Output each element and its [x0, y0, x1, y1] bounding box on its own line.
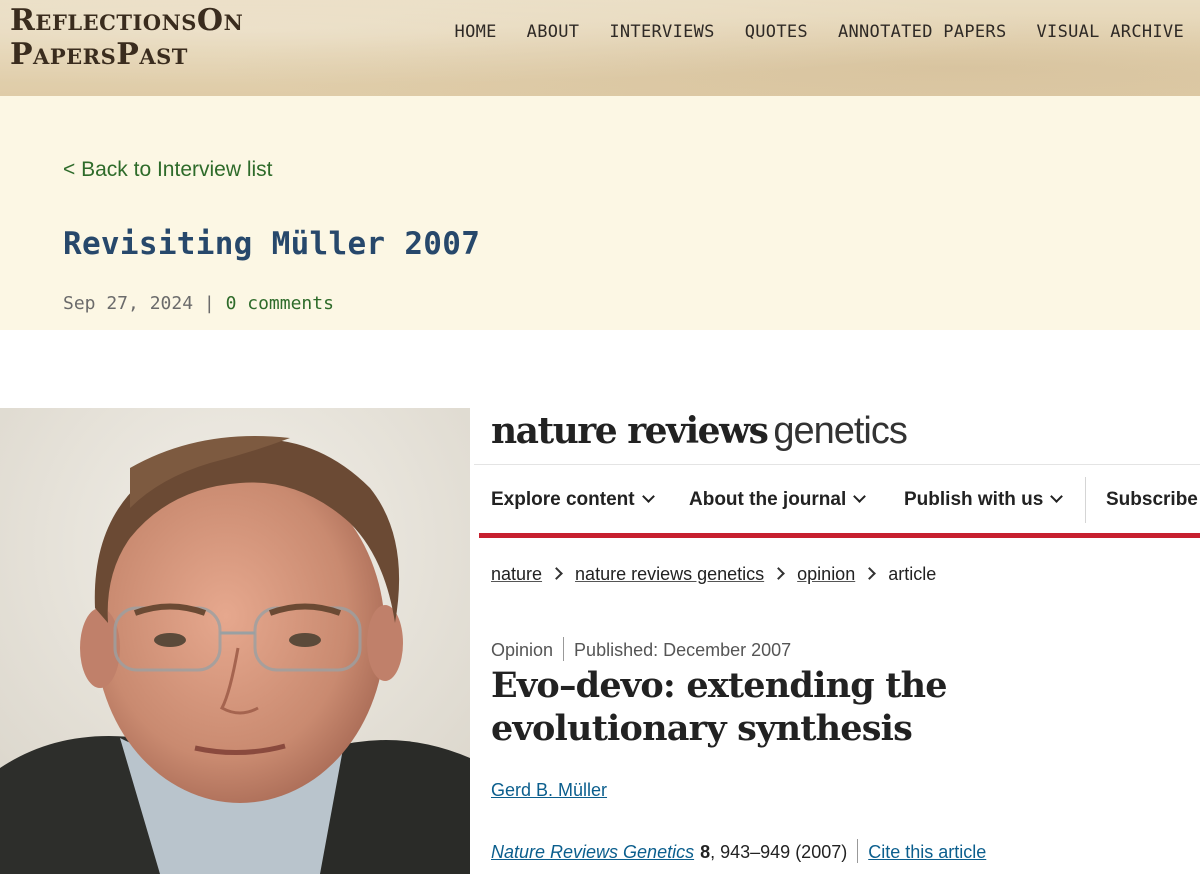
breadcrumb-nature[interactable]: nature: [491, 564, 542, 584]
nav-publish-with-us[interactable]: Publish with us: [904, 489, 1064, 511]
citation-divider: [857, 839, 859, 863]
nav-annotated-papers[interactable]: ANNOTATED PAPERS: [838, 22, 1007, 42]
chevron-right-icon: [550, 567, 563, 580]
chevron-right-icon: [772, 567, 786, 580]
journal-nav: Explore content About the journal Publis…: [474, 464, 1200, 538]
breadcrumb: nature nature reviews genetics opinion arti…: [491, 564, 936, 585]
post-meta: Sep 27, 2024 | 0 comments: [63, 293, 334, 314]
cite-this-article-link[interactable]: Cite this article: [868, 842, 986, 862]
nav-publish-with-us-label: Publish with us: [904, 489, 1044, 510]
nav-interviews[interactable]: INTERVIEWS: [609, 22, 714, 42]
site-logo[interactable]: ReflectionsOn PapersPast: [10, 4, 243, 72]
article-meta: Opinion Published: December 2007: [491, 632, 791, 661]
nav-divider: [1085, 477, 1086, 523]
nav-home[interactable]: HOME: [455, 22, 497, 42]
volume: 8: [700, 842, 711, 862]
chevron-down-icon: [853, 490, 867, 503]
nav-explore-content-label: Explore content: [491, 489, 635, 510]
comments-link[interactable]: 0 comments: [226, 293, 334, 314]
post-title: Revisiting Müller 2007: [63, 226, 481, 262]
nav-about[interactable]: ABOUT: [527, 22, 580, 42]
nav-about-the-journal[interactable]: About the journal: [689, 489, 867, 511]
breadcrumb-journal[interactable]: nature reviews genetics: [575, 564, 764, 584]
portrait-photo: [0, 408, 470, 874]
article-type: Opinion: [491, 640, 554, 660]
back-to-interview-list-link[interactable]: < Back to Interview list: [63, 158, 273, 182]
nature-article-screenshot: nature reviews genetics Explore content A…: [474, 408, 1200, 874]
published-date: Published: December 2007: [574, 640, 792, 660]
site-header: ReflectionsOn PapersPast HOME ABOUT INTE…: [0, 0, 1200, 96]
nav-subscribe[interactable]: Subscribe: [1106, 489, 1198, 511]
chevron-down-icon: [641, 490, 655, 503]
author-link[interactable]: Gerd B. Müller: [491, 780, 607, 801]
nav-subscribe-label: Subscribe: [1106, 489, 1198, 510]
journal-link[interactable]: Nature Reviews Genetics: [491, 842, 694, 862]
logo-line-2: PapersPast: [10, 37, 188, 72]
nav-visual-archive[interactable]: VISUAL ARCHIVE: [1037, 22, 1185, 42]
nav-quotes[interactable]: QUOTES: [745, 22, 808, 42]
logo-line-1: ReflectionsOn: [10, 3, 244, 38]
meta-divider: [563, 637, 565, 661]
author-portrait: [0, 408, 470, 874]
nav-about-the-journal-label: About the journal: [689, 489, 847, 510]
brand-bold: nature reviews: [491, 410, 769, 452]
breadcrumb-opinion[interactable]: opinion: [797, 564, 855, 584]
pages-year: , 943–949 (2007): [710, 842, 848, 862]
nav-accent-bar: [479, 533, 1200, 538]
breadcrumb-article: article: [888, 564, 937, 584]
meta-separator: |: [203, 293, 215, 314]
brand-light: genetics: [773, 410, 908, 452]
journal-brand[interactable]: nature reviews genetics: [491, 410, 908, 453]
chevron-right-icon: [863, 567, 877, 580]
article-title: Evo–devo: extending the evolutionary syn…: [491, 665, 948, 749]
nav-explore-content[interactable]: Explore content: [491, 489, 655, 511]
citation: Nature Reviews Genetics 8, 943–949 (2007)…: [491, 834, 986, 863]
post-date: Sep 27, 2024: [63, 293, 194, 314]
chevron-down-icon: [1050, 490, 1064, 503]
main-nav: HOME ABOUT INTERVIEWS QUOTES ANNOTATED P…: [425, 22, 1184, 42]
